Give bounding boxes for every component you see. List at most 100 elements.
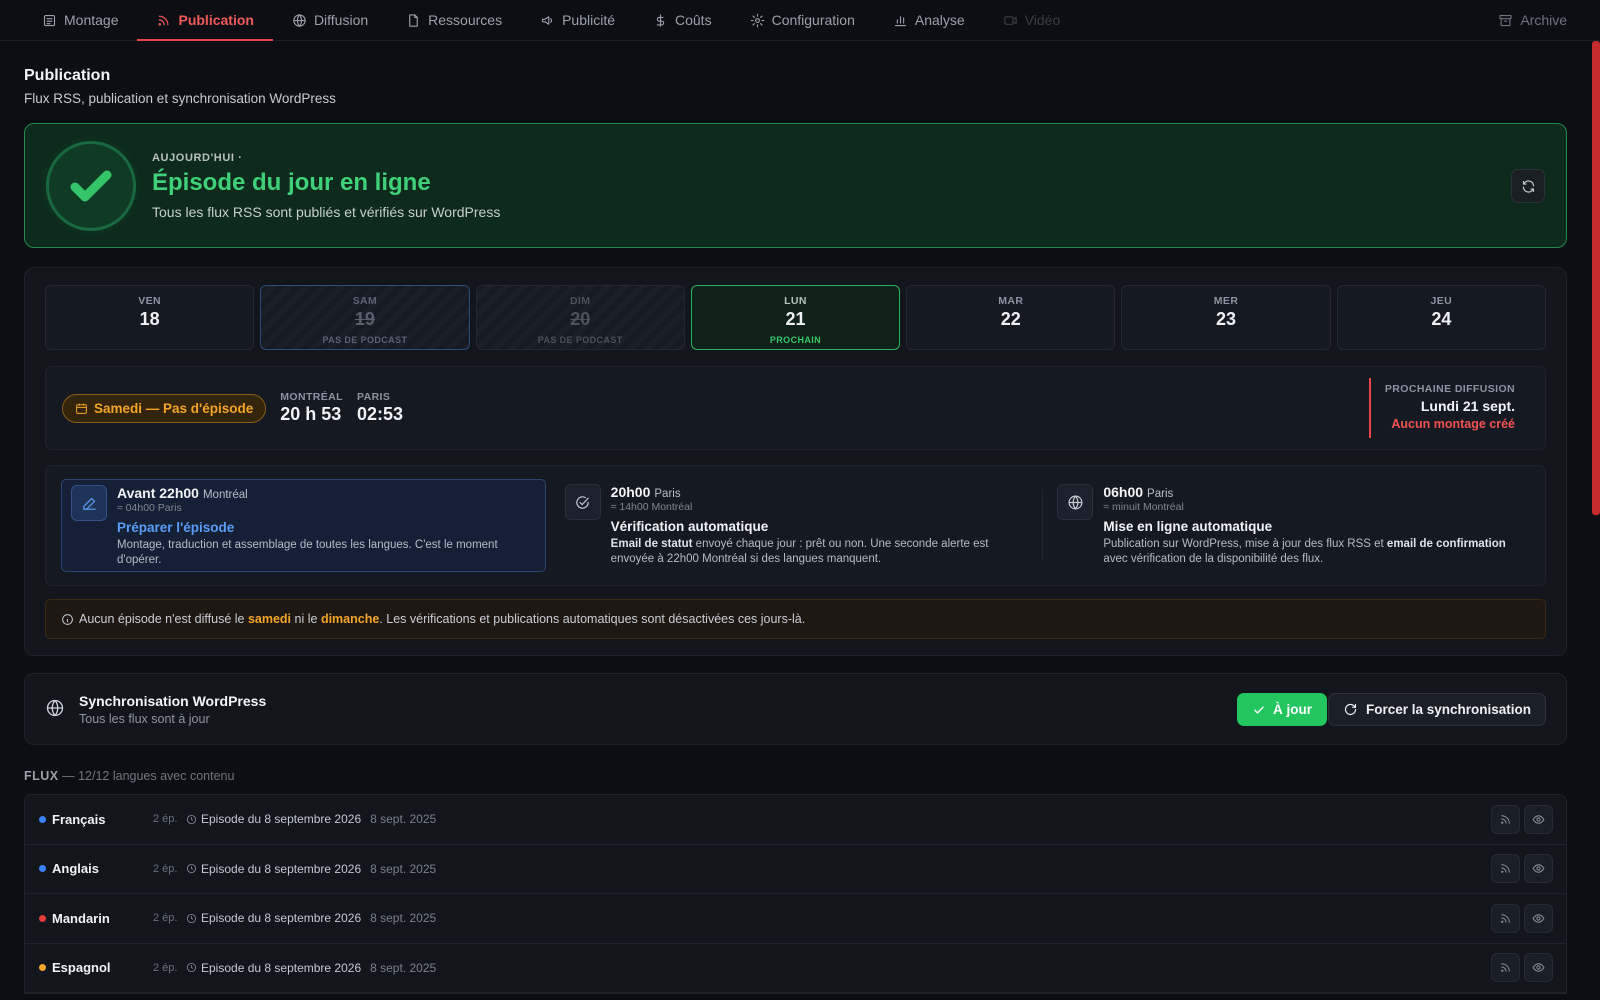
rss-icon xyxy=(1501,814,1510,824)
rss-icon xyxy=(1501,913,1510,923)
up-to-date-button[interactable]: À jour xyxy=(1237,693,1327,726)
flux-row[interactable]: Mandarin 2 ép. Episode du 8 septembre 20… xyxy=(25,894,1566,944)
next-broadcast: PROCHAINE DIFFUSION Lundi 21 sept. Aucun… xyxy=(1368,378,1515,438)
eye-icon xyxy=(1532,864,1545,874)
top-nav: Montage Publication Diffusion Ressources… xyxy=(0,0,1600,41)
tab-configuration[interactable]: Configuration xyxy=(731,0,874,40)
flux-language: Anglais xyxy=(52,861,99,877)
day-tag: PAS DE PODCAST xyxy=(537,335,623,345)
week-strip: VEN 18 SAM 19 PAS DE PODCAST DIM 20 PAS … xyxy=(45,285,1546,350)
day-tag: PROCHAIN xyxy=(769,335,822,345)
day-tue[interactable]: MAR 22 xyxy=(906,285,1116,350)
day-fri[interactable]: VEN 18 xyxy=(45,285,255,350)
day-number: 22 xyxy=(1000,309,1021,329)
day-sat[interactable]: SAM 19 PAS DE PODCAST xyxy=(260,285,470,350)
check-icon xyxy=(1254,705,1264,714)
open-rss-button[interactable] xyxy=(1491,953,1520,983)
flux-language: Espagnol xyxy=(52,960,111,976)
day-tag: PAS DE PODCAST xyxy=(322,335,408,345)
flux-row[interactable]: Espagnol 2 ép. Episode du 8 septembre 20… xyxy=(25,944,1566,993)
day-name: LUN xyxy=(784,295,807,307)
step-desc-text: avec vérification de la disponibilité de… xyxy=(1103,553,1324,565)
preview-button[interactable] xyxy=(1524,903,1553,933)
day-number: 18 xyxy=(139,309,160,329)
tab-label: Analyse xyxy=(914,12,965,28)
rss-icon xyxy=(158,15,169,26)
language-color-dot xyxy=(39,815,46,823)
clock-city: PARIS xyxy=(356,391,391,403)
open-rss-button[interactable] xyxy=(1491,903,1520,933)
open-rss-button[interactable] xyxy=(1491,804,1520,834)
clock-icon xyxy=(186,864,197,874)
flux-row[interactable]: Français 2 ép. Episode du 8 septembre 20… xyxy=(25,795,1566,845)
day-wed[interactable]: MER 23 xyxy=(1121,285,1331,350)
tab-ressources[interactable]: Ressources xyxy=(387,0,521,40)
flux-row[interactable]: Anglais 2 ép. Episode du 8 septembre 202… xyxy=(25,845,1566,894)
page-content: Publication Flux RSS, publication et syn… xyxy=(0,67,1600,994)
step-title: Mise en ligne automatique xyxy=(1103,519,1273,534)
step-approx: ≈ minuit Montréal xyxy=(1103,501,1184,513)
step-publish: 06h00 Paris ≈ minuit Montréal Mise en lig… xyxy=(1042,479,1531,572)
step-timezone: Montréal xyxy=(202,489,248,501)
gear-icon xyxy=(750,13,764,27)
document-icon xyxy=(43,14,56,26)
flux-episode-count: 2 ép. xyxy=(153,862,178,875)
open-rss-button[interactable] xyxy=(1491,854,1520,884)
day-name: VEN xyxy=(138,295,162,307)
clock-time: 20 h 53 xyxy=(280,404,342,424)
tab-diffusion[interactable]: Diffusion xyxy=(273,0,387,40)
tab-analyse[interactable]: Analyse xyxy=(874,0,984,40)
flux-date: 8 sept. 2025 xyxy=(370,812,437,827)
sync-subtitle: Tous les flux sont à jour xyxy=(79,711,210,726)
tab-label: Publicité xyxy=(562,12,615,28)
step-verify: 20h00 Paris ≈ 14h00 Montréal Vérification… xyxy=(556,479,1039,572)
step-desc-text: Publication sur WordPress, mise à jour d… xyxy=(1103,538,1387,550)
force-sync-button[interactable]: Forcer la synchronisation xyxy=(1327,693,1546,726)
clock-icon xyxy=(186,963,197,973)
clock-icon xyxy=(186,814,197,824)
step-approx: ≈ 04h00 Paris xyxy=(117,502,182,514)
tab-montage[interactable]: Montage xyxy=(23,0,137,40)
preview-button[interactable] xyxy=(1524,854,1553,884)
flux-label: FLUX xyxy=(24,769,59,783)
step-prepare[interactable]: Avant 22h00 Montréal ≈ 04h00 Paris Prépar… xyxy=(61,479,546,572)
success-badge xyxy=(46,140,136,231)
step-time: 20h00 xyxy=(610,484,651,500)
clock-icon xyxy=(186,913,197,923)
preview-button[interactable] xyxy=(1524,953,1553,983)
flux-episode-count: 2 ép. xyxy=(153,912,178,925)
page-subtitle: Flux RSS, publication et synchronisation… xyxy=(24,91,336,106)
flux-episode-count: 2 ép. xyxy=(153,961,178,974)
eye-icon xyxy=(1532,963,1545,973)
notice-part: Aucun épisode n'est diffusé le xyxy=(79,612,248,626)
day-sun[interactable]: DIM 20 PAS DE PODCAST xyxy=(475,285,685,350)
clock-time: 02:53 xyxy=(356,404,404,424)
archive-button[interactable]: Archive xyxy=(1498,0,1567,40)
weekend-notice: Aucun épisode n'est diffusé le samedi ni… xyxy=(45,599,1546,639)
day-thu[interactable]: JEU 24 xyxy=(1336,285,1546,350)
day-number: 21 xyxy=(785,309,806,329)
day-name: JEU xyxy=(1430,295,1453,307)
step-description: Publication sur WordPress, mise à jour d… xyxy=(1103,537,1522,567)
flux-language: Mandarin xyxy=(52,910,110,926)
refresh-icon xyxy=(1522,179,1534,193)
preview-button[interactable] xyxy=(1524,804,1553,834)
day-number: 23 xyxy=(1216,309,1237,329)
tab-publicite[interactable]: Publicité xyxy=(521,0,634,40)
step-desc-bold: Email de statut xyxy=(610,538,693,550)
flux-episode-title: Episode du 8 septembre 2026 xyxy=(201,812,362,827)
step-icon-box xyxy=(1057,484,1094,520)
hero-description: Tous les flux RSS sont publiés et vérifi… xyxy=(152,203,501,220)
hero-kicker: AUJOURD'HUI · xyxy=(152,151,243,164)
flux-date: 8 sept. 2025 xyxy=(370,861,437,876)
refresh-button[interactable] xyxy=(1511,169,1545,203)
tab-publication[interactable]: Publication xyxy=(137,0,274,41)
day-mon[interactable]: LUN 21 PROCHAIN xyxy=(690,285,901,350)
tab-couts[interactable]: Coûts xyxy=(634,0,731,40)
tab-label: Montage xyxy=(64,12,119,28)
tab-label: Vidéo xyxy=(1024,12,1061,28)
step-time: Avant 22h00 xyxy=(117,485,199,501)
step-approx: ≈ 14h00 Montréal xyxy=(610,501,693,513)
globe-icon xyxy=(1068,495,1083,509)
scrollbar-thumb[interactable] xyxy=(1592,41,1600,515)
